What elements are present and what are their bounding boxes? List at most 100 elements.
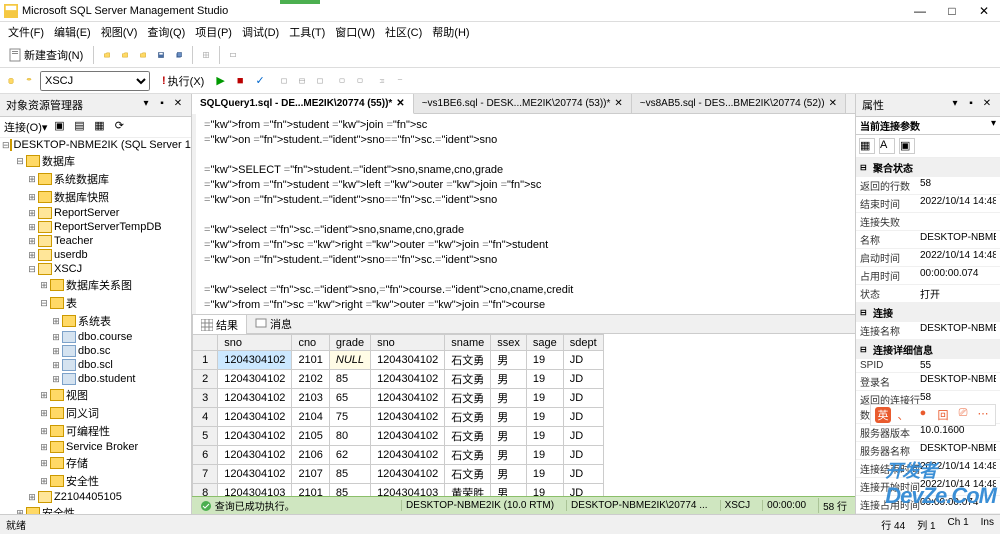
tree-xscj[interactable]: ⊟XSCJ	[0, 262, 191, 276]
tree-server[interactable]: ⊟DESKTOP-NBME2IK (SQL Server 10.0.160	[0, 138, 191, 152]
tree-reportservertemp[interactable]: ⊞ReportServerTempDB	[0, 220, 191, 234]
execute-button[interactable]: ! 执行(X)	[158, 71, 208, 91]
column-header[interactable]: sdept	[563, 335, 603, 351]
debug-button[interactable]: ▶	[212, 72, 228, 89]
tab-close-icon[interactable]: ✕	[396, 98, 404, 109]
table-row[interactable]: 712043041022107851204304102石文勇男19JD	[193, 465, 604, 484]
sql-editor[interactable]: ="kw">from ="fn">student ="kw">join ="fn…	[192, 114, 855, 314]
tab-close-icon[interactable]: ✕	[614, 98, 622, 109]
object-tree[interactable]: ⊟DESKTOP-NBME2IK (SQL Server 10.0.160⊟数据…	[0, 138, 191, 514]
tree-programmability[interactable]: ⊞可编程性	[0, 422, 191, 440]
menu-item[interactable]: 调试(D)	[238, 22, 283, 42]
explorer-btn-4[interactable]: ⟳	[111, 119, 127, 135]
document-tab[interactable]: ~vs1BE6.sql - DESK...ME2IK\20774 (53))*✕	[414, 94, 632, 113]
open-icon-2[interactable]	[118, 48, 132, 62]
prop-close-icon[interactable]: ✕	[980, 98, 994, 112]
ime-button[interactable]: 、	[895, 407, 911, 423]
tree-sysdb[interactable]: ⊞系统数据库	[0, 170, 191, 188]
menu-item[interactable]: 项目(P)	[191, 22, 236, 42]
tab-close-icon[interactable]: ✕	[829, 98, 837, 109]
prop-pin-icon[interactable]: ▪	[964, 98, 978, 112]
tree-userdb[interactable]: ⊞userdb	[0, 248, 191, 262]
table-row[interactable]: 312043041022103651204304102石文勇男19JD	[193, 389, 604, 408]
tree-security[interactable]: ⊞安全性	[0, 504, 191, 514]
document-tab[interactable]: ~vs8AB5.sql - DES...BME2IK\20774 (52))✕	[632, 94, 846, 113]
column-header[interactable]: cno	[292, 335, 329, 351]
table-row[interactable]: 412043041022104751204304102石文勇男19JD	[193, 408, 604, 427]
property-category[interactable]: ⊟聚合状态	[856, 158, 1000, 177]
property-category[interactable]: ⊟连接详细信息	[856, 340, 1000, 359]
prop-categorized-icon[interactable]: ▦	[859, 138, 875, 154]
save-icon[interactable]	[154, 48, 168, 62]
menu-item[interactable]: 窗口(W)	[331, 22, 379, 42]
ime-button[interactable]: 英	[875, 407, 891, 423]
prop-alpha-icon[interactable]: A	[879, 138, 895, 154]
open-folder-icon[interactable]	[136, 48, 150, 62]
tree-student[interactable]: ⊞dbo.student	[0, 372, 191, 386]
panel-dropdown-icon[interactable]: ▾	[139, 98, 153, 112]
table-row[interactable]: 812043041032101851204304103黄荣胜男19JD	[193, 484, 604, 497]
column-header[interactable]: sage	[526, 335, 563, 351]
outdent-icon[interactable]	[393, 74, 407, 88]
tree-node-security[interactable]: ⊞安全性	[0, 472, 191, 490]
tree-sc[interactable]: ⊞dbo.sc	[0, 344, 191, 358]
menu-item[interactable]: 文件(F)	[4, 22, 48, 42]
messages-tab[interactable]: 消息	[247, 314, 300, 334]
document-tab[interactable]: SQLQuery1.sql - DE...ME2IK\20774 (55))*✕	[192, 94, 414, 114]
table-row[interactable]: 612043041022106621204304102石文勇男19JD	[193, 446, 604, 465]
grid-icon[interactable]	[199, 48, 213, 62]
column-header[interactable]: grade	[329, 335, 370, 351]
column-header[interactable]: sname	[445, 335, 491, 351]
new-query-button[interactable]: 新建查询(N)	[4, 45, 87, 65]
results-to-text-icon[interactable]	[313, 74, 327, 88]
tree-systables[interactable]: ⊞系统表	[0, 312, 191, 330]
tree-databases[interactable]: ⊟数据库	[0, 152, 191, 170]
table-row[interactable]: 212043041022102851204304102石文勇男19JD	[193, 370, 604, 389]
tree-reportserver[interactable]: ⊞ReportServer	[0, 206, 191, 220]
menu-item[interactable]: 社区(C)	[381, 22, 426, 42]
minimize-button[interactable]: —	[908, 4, 932, 18]
tree-snapshots[interactable]: ⊞数据库快照	[0, 188, 191, 206]
menu-item[interactable]: 工具(T)	[285, 22, 329, 42]
menu-item[interactable]: 视图(V)	[97, 22, 142, 42]
column-header[interactable]: sno	[371, 335, 445, 351]
ime-button[interactable]: ●	[915, 407, 931, 423]
indent-icon[interactable]	[375, 74, 389, 88]
property-category[interactable]: ⊟连接	[856, 303, 1000, 322]
menu-item[interactable]: 帮助(H)	[428, 22, 473, 42]
explorer-btn-3[interactable]: ▦	[91, 119, 107, 135]
table-row[interactable]: 112043041022101NULL1204304102石文勇男19JD	[193, 351, 604, 370]
tree-diagrams[interactable]: ⊞数据库关系图	[0, 276, 191, 294]
plan-icon[interactable]	[277, 74, 291, 88]
tree-teacher[interactable]: ⊞Teacher	[0, 234, 191, 248]
menu-item[interactable]: 编辑(E)	[50, 22, 95, 42]
results-tab[interactable]: 结果	[192, 314, 247, 335]
db-change-icon[interactable]	[22, 74, 36, 88]
column-header[interactable]: sno	[218, 335, 292, 351]
results-grid-area[interactable]: snocnogradesnosnamessexsagesdept11204304…	[192, 334, 855, 496]
tree-views[interactable]: ⊞视图	[0, 386, 191, 404]
uncomment-icon[interactable]	[353, 74, 367, 88]
activity-icon[interactable]	[226, 48, 240, 62]
save-all-icon[interactable]	[172, 48, 186, 62]
comment-icon[interactable]	[335, 74, 349, 88]
tree-scl[interactable]: ⊞dbo.scl	[0, 358, 191, 372]
stop-button[interactable]: ■	[233, 73, 248, 89]
tree-z[interactable]: ⊞Z2104405105	[0, 490, 191, 504]
database-select[interactable]: XSCJ	[40, 71, 150, 91]
tree-synonyms[interactable]: ⊞同义词	[0, 404, 191, 422]
panel-close-icon[interactable]: ✕	[171, 98, 185, 112]
parse-button[interactable]: ✓	[251, 72, 268, 89]
ime-bar[interactable]: 英、●回⎚⋯	[870, 404, 996, 426]
close-button[interactable]: ✕	[972, 4, 996, 18]
column-header[interactable]: ssex	[491, 335, 527, 351]
explorer-btn-2[interactable]: ▤	[71, 119, 87, 135]
explorer-btn-1[interactable]: ▣	[51, 119, 67, 135]
panel-pin-icon[interactable]: ▪	[155, 98, 169, 112]
tree-storage[interactable]: ⊞存储	[0, 454, 191, 472]
prop-dropdown-icon[interactable]: ▾	[948, 98, 962, 112]
tree-tables[interactable]: ⊟表	[0, 294, 191, 312]
ime-button[interactable]: ⋯	[975, 407, 991, 423]
ime-button[interactable]: ⎚	[955, 407, 971, 423]
results-to-grid-icon[interactable]	[295, 74, 309, 88]
